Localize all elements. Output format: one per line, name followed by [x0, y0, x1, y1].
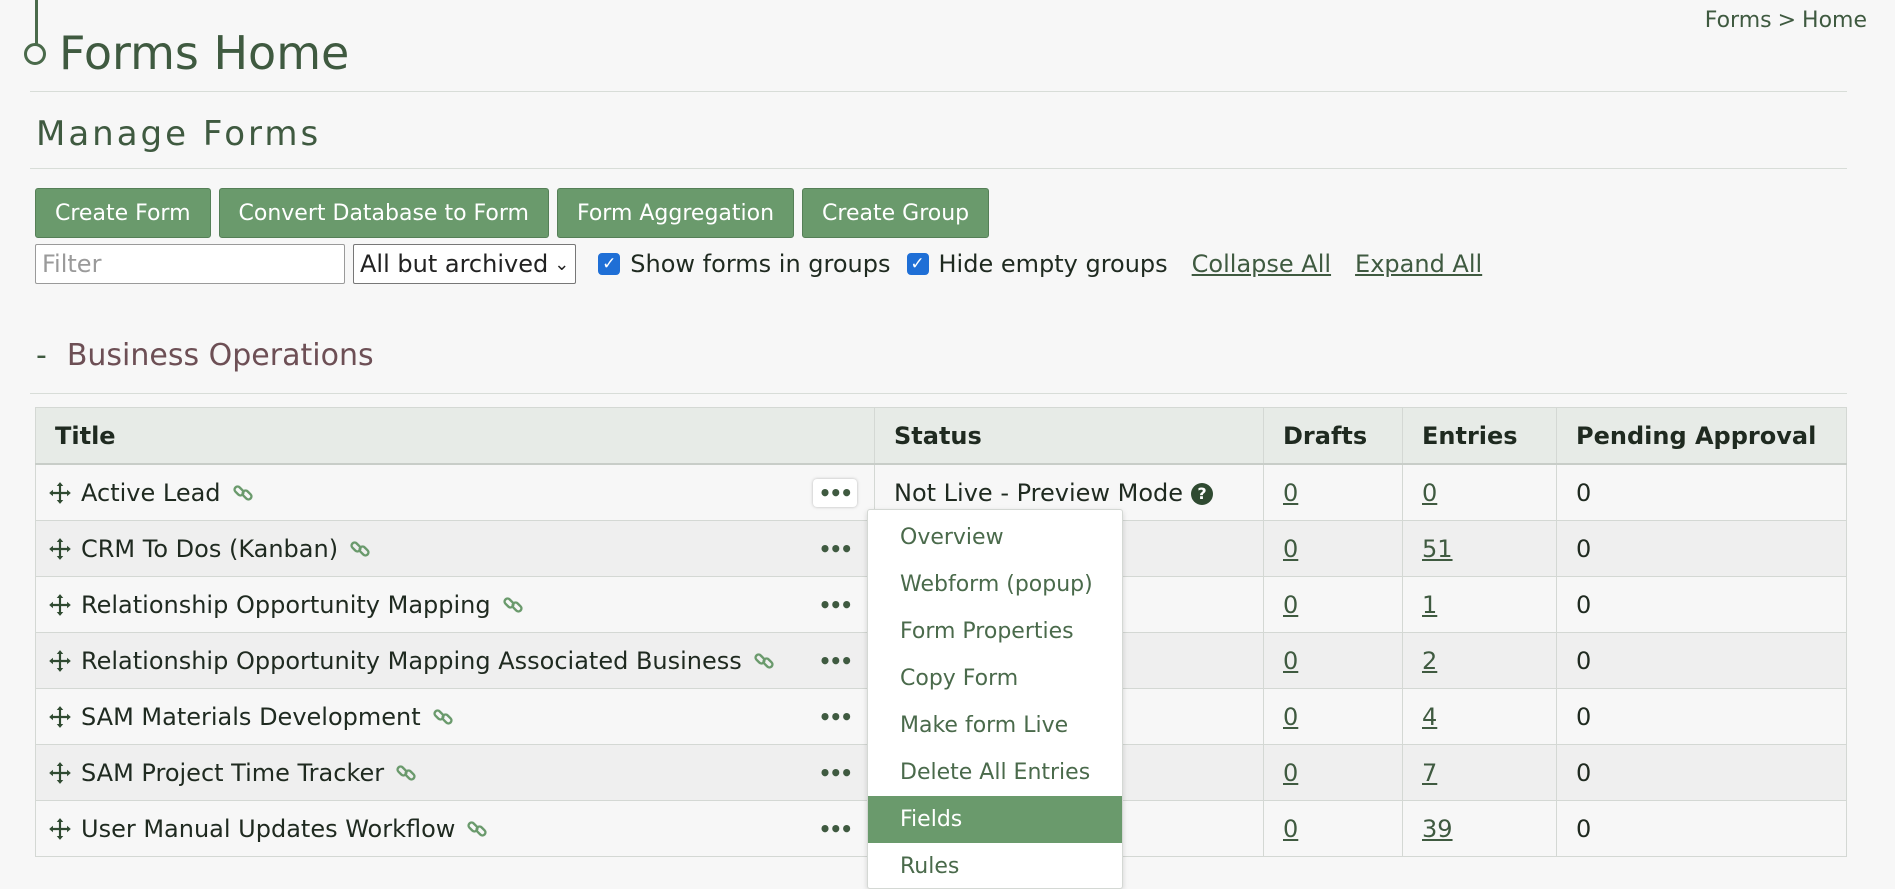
status-text: Not Live - Preview Mode [894, 478, 1184, 507]
group-collapse-toggle[interactable]: - [36, 338, 47, 373]
form-aggregation-button[interactable]: Form Aggregation [556, 188, 795, 238]
ellipsis-icon[interactable]: ••• [813, 815, 857, 843]
toolbar: Create Form Convert Database to Form For… [35, 188, 990, 238]
ellipsis-icon[interactable]: ••• [813, 591, 857, 619]
ellipsis-icon[interactable]: ••• [813, 759, 857, 787]
group-title: Business Operations [66, 338, 374, 373]
form-title[interactable]: Relationship Opportunity Mapping Associa… [81, 647, 742, 675]
entries-count-link[interactable]: 51 [1422, 535, 1453, 563]
menu-item-overview[interactable]: Overview [868, 514, 1122, 561]
show-groups-checkbox-label[interactable]: ✓ Show forms in groups [598, 250, 891, 278]
entries-count-link[interactable]: 39 [1422, 815, 1453, 843]
form-title[interactable]: User Manual Updates Workflow [81, 815, 455, 843]
show-groups-checkbox[interactable]: ✓ [598, 253, 621, 275]
move-arrows-icon[interactable] [47, 704, 73, 730]
link-chain-icon[interactable] [465, 817, 489, 841]
pending-approval-count: 0 [1576, 590, 1592, 619]
header-title[interactable]: Title [35, 407, 875, 465]
drafts-count-link[interactable]: 0 [1283, 591, 1298, 619]
status-select-value: All but archived [360, 250, 549, 278]
group-divider [30, 393, 1847, 394]
ellipsis-icon[interactable]: ••• [813, 535, 857, 563]
form-title[interactable]: Active Lead [81, 479, 221, 507]
drafts-count-link[interactable]: 0 [1283, 759, 1298, 787]
filter-row: All but archived ⌄ ✓ Show forms in group… [35, 244, 1482, 284]
form-title[interactable]: SAM Project Time Tracker [81, 759, 384, 787]
form-actions-menu: Overview Webform (popup) Form Properties Co… [867, 509, 1123, 889]
menu-item-make-form-live[interactable]: Make form Live [868, 702, 1122, 749]
move-arrows-icon[interactable] [47, 480, 73, 506]
move-arrows-icon[interactable] [47, 816, 73, 842]
header-entries[interactable]: Entries [1402, 407, 1557, 465]
breadcrumb: Forms > Home [1705, 8, 1867, 33]
forms-home-page: Forms > Home Forms Home Manage Forms Creat… [0, 0, 1895, 889]
menu-item-fields[interactable]: Fields [868, 796, 1122, 843]
entries-count-link[interactable]: 7 [1422, 759, 1437, 787]
create-group-button[interactable]: Create Group [802, 188, 990, 238]
drafts-count-link[interactable]: 0 [1283, 703, 1298, 731]
entries-count-link[interactable]: 1 [1422, 591, 1437, 619]
show-groups-label: Show forms in groups [630, 250, 891, 278]
group-header: - Business Operations [36, 338, 374, 373]
drafts-count-link[interactable]: 0 [1283, 647, 1298, 675]
breadcrumb-current: Home [1802, 8, 1867, 33]
form-title[interactable]: Relationship Opportunity Mapping [81, 591, 491, 619]
move-arrows-icon[interactable] [47, 536, 73, 562]
link-chain-icon[interactable] [394, 761, 418, 785]
table-header-row: Title Status Drafts Entries Pending Appr… [35, 407, 1847, 465]
header-status[interactable]: Status [874, 407, 1264, 465]
breadcrumb-forms-link[interactable]: Forms [1705, 8, 1772, 33]
link-chain-icon[interactable] [231, 481, 255, 505]
pending-approval-count: 0 [1576, 702, 1592, 731]
move-arrows-icon[interactable] [47, 592, 73, 618]
menu-item-webform-popup[interactable]: Webform (popup) [868, 561, 1122, 608]
timeline-line [35, 0, 38, 44]
ellipsis-icon[interactable]: ••• [813, 703, 857, 731]
drafts-count-link[interactable]: 0 [1283, 535, 1298, 563]
pending-approval-count: 0 [1576, 534, 1592, 563]
convert-database-button[interactable]: Convert Database to Form [218, 188, 549, 238]
filter-input[interactable] [35, 244, 345, 284]
ellipsis-icon[interactable]: ••• [812, 478, 857, 507]
link-chain-icon[interactable] [348, 537, 372, 561]
create-form-button[interactable]: Create Form [35, 188, 211, 238]
drafts-count-link[interactable]: 0 [1283, 479, 1298, 507]
header-pending-approval[interactable]: Pending Approval [1556, 407, 1847, 465]
link-chain-icon[interactable] [501, 593, 525, 617]
section-title: Manage Forms [36, 114, 322, 154]
hide-empty-checkbox-label[interactable]: ✓ Hide empty groups [906, 250, 1168, 278]
pending-approval-count: 0 [1576, 814, 1592, 843]
chevron-down-icon: ⌄ [554, 253, 570, 275]
pending-approval-count: 0 [1576, 758, 1592, 787]
breadcrumb-separator: > [1777, 8, 1797, 33]
collapse-all-link[interactable]: Collapse All [1192, 250, 1331, 278]
menu-item-rules[interactable]: Rules [868, 843, 1122, 888]
entries-count-link[interactable]: 2 [1422, 647, 1437, 675]
timeline-circle-icon [24, 43, 46, 65]
hide-empty-checkbox[interactable]: ✓ [906, 253, 929, 275]
section-divider [30, 168, 1847, 169]
form-title[interactable]: SAM Materials Development [81, 703, 421, 731]
move-arrows-icon[interactable] [47, 760, 73, 786]
entries-count-link[interactable]: 0 [1422, 479, 1437, 507]
ellipsis-icon[interactable]: ••• [813, 647, 857, 675]
expand-all-link[interactable]: Expand All [1355, 250, 1482, 278]
menu-item-delete-all-entries[interactable]: Delete All Entries [868, 749, 1122, 796]
pending-approval-count: 0 [1576, 478, 1592, 507]
pending-approval-count: 0 [1576, 646, 1592, 675]
status-select[interactable]: All but archived ⌄ [353, 244, 577, 284]
form-title[interactable]: CRM To Dos (Kanban) [81, 535, 338, 563]
move-arrows-icon[interactable] [47, 648, 73, 674]
link-chain-icon[interactable] [431, 705, 455, 729]
title-divider [30, 91, 1847, 92]
drafts-count-link[interactable]: 0 [1283, 815, 1298, 843]
menu-item-copy-form[interactable]: Copy Form [868, 655, 1122, 702]
entries-count-link[interactable]: 4 [1422, 703, 1437, 731]
link-chain-icon[interactable] [752, 649, 776, 673]
hide-empty-label: Hide empty groups [938, 250, 1168, 278]
menu-item-form-properties[interactable]: Form Properties [868, 608, 1122, 655]
page-title: Forms Home [59, 26, 350, 80]
help-circle-icon[interactable]: ? [1191, 482, 1214, 505]
header-drafts[interactable]: Drafts [1263, 407, 1403, 465]
